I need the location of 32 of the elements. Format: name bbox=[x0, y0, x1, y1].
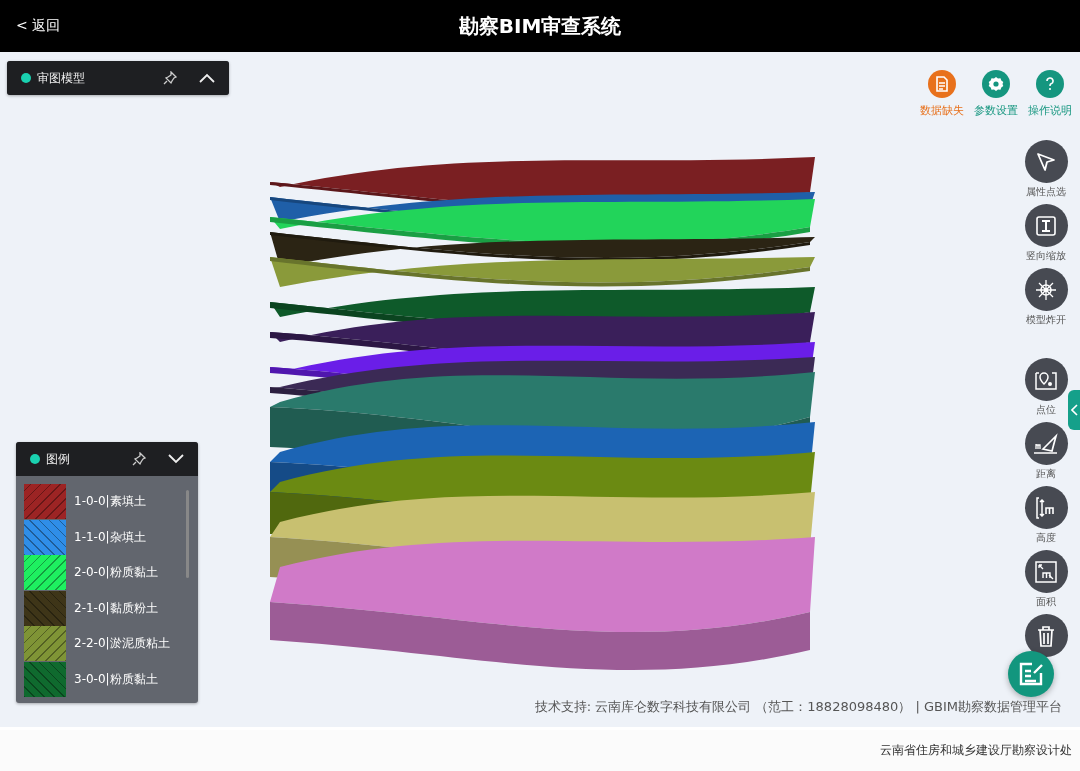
app-title: 勘察BIM审查系统 bbox=[458, 12, 622, 40]
legend-label: 2-2-0|淤泥质粘土 bbox=[74, 635, 170, 653]
edit-button[interactable] bbox=[1008, 651, 1054, 697]
credit-text: 技术支持: 云南库仑数字科技有限公司 （范工：18828098480） | GBIM勘察数据管理平台 bbox=[534, 698, 1062, 716]
distance-icon bbox=[1033, 432, 1059, 455]
pin-icon[interactable] bbox=[132, 452, 146, 466]
chevron-up-icon[interactable] bbox=[199, 73, 215, 83]
back-button[interactable]: < 返回 bbox=[16, 17, 61, 35]
legend-label: 1-0-0|素填土 bbox=[74, 493, 146, 511]
chevron-left-icon bbox=[1070, 404, 1078, 416]
chevron-down-icon[interactable] bbox=[168, 454, 184, 464]
help-icon bbox=[1045, 77, 1055, 91]
pin-icon[interactable] bbox=[163, 71, 177, 85]
height-icon bbox=[1035, 496, 1057, 519]
panel-title: 审图模型 bbox=[37, 69, 86, 87]
legend-label: 2-0-0|粉质黏土 bbox=[74, 564, 158, 582]
explode-icon bbox=[1035, 278, 1057, 301]
edit-note-icon bbox=[1018, 661, 1044, 687]
collapse-tab[interactable] bbox=[1068, 390, 1080, 430]
footer-text: 云南省住房和城乡建设厅勘察设计处 bbox=[880, 742, 1072, 759]
trash-icon bbox=[1037, 624, 1055, 647]
settings-icon bbox=[988, 76, 1004, 92]
legend-label: 1-1-0|杂填土 bbox=[74, 528, 146, 546]
legend-label: 2-1-0|黏质粉土 bbox=[74, 599, 158, 617]
panel-title: 图例 bbox=[46, 450, 71, 468]
delete-button[interactable] bbox=[1024, 614, 1068, 657]
legend-label: 3-0-0|粉质黏土 bbox=[74, 670, 158, 688]
vertical-scale-icon bbox=[1035, 214, 1057, 237]
area-icon bbox=[1035, 560, 1057, 583]
pointer-icon bbox=[1035, 150, 1057, 173]
scrollbar[interactable] bbox=[186, 490, 189, 578]
document-icon bbox=[935, 76, 949, 92]
